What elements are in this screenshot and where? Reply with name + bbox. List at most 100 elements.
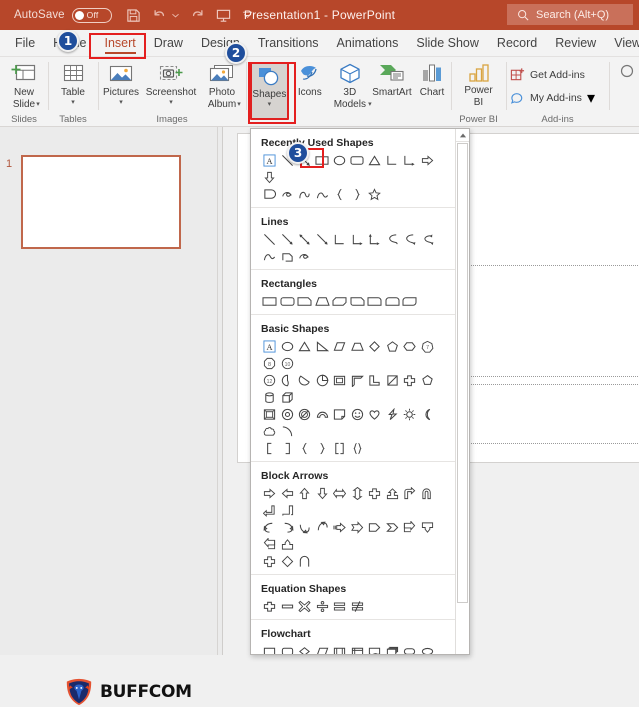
shape-round-diagonal-corner-rectangle[interactable] bbox=[401, 293, 419, 310]
shape-snip-same-side-corner-rectangle[interactable] bbox=[314, 293, 332, 310]
shape-left-arrow[interactable] bbox=[279, 485, 297, 502]
shape-elbow-arrow-connector[interactable] bbox=[349, 231, 367, 248]
pictures-button[interactable]: Pictures ▾ bbox=[98, 60, 144, 106]
shape-frame[interactable] bbox=[331, 372, 349, 389]
shape-left-arrow-callout[interactable] bbox=[261, 536, 279, 553]
shape-not-equal-sign[interactable] bbox=[349, 598, 367, 615]
my-add-ins-chevron-down-icon[interactable]: ▾ bbox=[587, 88, 595, 108]
shape-flowchart-process[interactable] bbox=[261, 643, 279, 654]
shape-double-brace[interactable] bbox=[349, 440, 367, 457]
shape-oval[interactable] bbox=[279, 338, 297, 355]
tab-slide-show[interactable]: Slide Show bbox=[407, 30, 488, 56]
shape-chord[interactable] bbox=[296, 372, 314, 389]
shape-half-frame[interactable] bbox=[349, 372, 367, 389]
shape-curved-up-arrow[interactable] bbox=[296, 519, 314, 536]
shape-left-up-arrow[interactable] bbox=[261, 502, 279, 519]
new-slide-chevron-down-icon[interactable]: ▾ bbox=[36, 101, 40, 108]
shape-regular-pentagon[interactable] bbox=[419, 372, 437, 389]
shape-circular-arrow[interactable] bbox=[296, 553, 314, 570]
shape-scribble[interactable] bbox=[296, 248, 314, 265]
shape-diamond[interactable] bbox=[366, 338, 384, 355]
shape-left-brace[interactable] bbox=[296, 440, 314, 457]
shape-minus-sign[interactable] bbox=[279, 598, 297, 615]
search-input[interactable]: Search (Alt+Q) bbox=[507, 4, 633, 25]
shape-round-single-corner-rectangle[interactable] bbox=[366, 293, 384, 310]
shape-multiply-sign[interactable] bbox=[296, 598, 314, 615]
shape-flowchart-delay[interactable] bbox=[261, 186, 279, 203]
scroll-up-arrow-icon[interactable] bbox=[456, 129, 469, 142]
tab-draw[interactable]: Draw bbox=[145, 30, 192, 56]
shape-curved-left-arrow[interactable] bbox=[261, 519, 279, 536]
my-add-ins-button[interactable]: My Add-ins ▾ bbox=[506, 85, 599, 111]
shape-curved-right-arrow[interactable] bbox=[279, 519, 297, 536]
redo-icon[interactable] bbox=[190, 8, 205, 22]
shape-elbow-connector[interactable] bbox=[331, 231, 349, 248]
scrollbar-thumb[interactable] bbox=[457, 143, 468, 603]
shape-freeform[interactable] bbox=[279, 248, 297, 265]
autosave-toggle[interactable]: Off bbox=[71, 7, 112, 23]
screenshot-chevron-down-icon[interactable]: ▾ bbox=[169, 99, 173, 106]
shape-can[interactable] bbox=[261, 389, 279, 406]
shapes-panel-scrollbar[interactable] bbox=[455, 129, 469, 654]
shape-flowchart-predefined-process[interactable] bbox=[331, 643, 349, 654]
shape-parallelogram[interactable] bbox=[331, 338, 349, 355]
start-presentation-icon[interactable] bbox=[216, 8, 231, 23]
shape-diamond-arrow[interactable] bbox=[279, 553, 297, 570]
icons-button[interactable]: Icons bbox=[291, 60, 329, 98]
shape-cloud[interactable] bbox=[261, 423, 279, 440]
shape-flowchart-document[interactable] bbox=[366, 643, 384, 654]
shape-lightning-bolt[interactable] bbox=[384, 406, 402, 423]
tab-view[interactable]: View bbox=[605, 30, 639, 56]
shape-rectangle[interactable] bbox=[261, 293, 279, 310]
shape-triangle[interactable] bbox=[366, 152, 384, 169]
tab-review[interactable]: Review bbox=[546, 30, 605, 56]
shape-striped-right-arrow[interactable] bbox=[331, 519, 349, 536]
shape-flowchart-preparation[interactable] bbox=[419, 643, 437, 654]
shape-line-double-arrow[interactable] bbox=[296, 231, 314, 248]
shape-no-symbol[interactable] bbox=[296, 406, 314, 423]
shape-flowchart-alternate-process[interactable] bbox=[279, 643, 297, 654]
smartart-button[interactable]: SmartArt bbox=[371, 60, 413, 98]
shape-double-bracket[interactable] bbox=[331, 440, 349, 457]
shape-right-bracket[interactable] bbox=[279, 440, 297, 457]
shape-cross[interactable] bbox=[401, 372, 419, 389]
shape-isosceles-triangle[interactable] bbox=[296, 338, 314, 355]
shape-diagonal-stripe[interactable] bbox=[384, 372, 402, 389]
shape-cube[interactable] bbox=[279, 389, 297, 406]
shape-star-5-point[interactable] bbox=[366, 186, 384, 203]
undo-icon[interactable] bbox=[152, 8, 167, 22]
shape-moon[interactable] bbox=[419, 406, 437, 423]
shape-notched-right-arrow[interactable] bbox=[349, 519, 367, 536]
shape-up-arrow-callout[interactable] bbox=[384, 485, 402, 502]
shape-textbox[interactable]: A bbox=[261, 152, 279, 169]
shape-snip-diagonal-corner-rectangle[interactable] bbox=[331, 293, 349, 310]
shape-right-arrow[interactable] bbox=[419, 152, 437, 169]
shape-elbow-arrow-connector[interactable] bbox=[401, 152, 419, 169]
shape-curve[interactable] bbox=[296, 186, 314, 203]
shape-smiley-face[interactable] bbox=[349, 406, 367, 423]
table-button[interactable]: Table ▾ bbox=[48, 60, 98, 106]
shape-down-arrow[interactable] bbox=[314, 485, 332, 502]
customize-qat-icon[interactable] bbox=[242, 11, 253, 19]
shape-rounded-rectangle[interactable] bbox=[279, 293, 297, 310]
shape-bent-up-arrow[interactable] bbox=[279, 502, 297, 519]
shape-sun[interactable] bbox=[401, 406, 419, 423]
autosave-control[interactable]: AutoSave Off bbox=[14, 7, 112, 23]
shape-right-arrow-callout[interactable] bbox=[401, 519, 419, 536]
shape-pie[interactable] bbox=[279, 372, 297, 389]
shape-curved-arrow-connector[interactable] bbox=[401, 231, 419, 248]
shape-flowchart-decision[interactable] bbox=[296, 643, 314, 654]
shape-down-arrow-callout[interactable] bbox=[419, 519, 437, 536]
shape-bevel[interactable] bbox=[261, 406, 279, 423]
shape-arc-basic[interactable] bbox=[279, 423, 297, 440]
get-add-ins-button[interactable]: Get Add-ins bbox=[506, 64, 589, 85]
shape-teardrop[interactable] bbox=[314, 372, 332, 389]
photo-album-chevron-down-icon[interactable]: ▾ bbox=[237, 101, 241, 108]
photo-album-button[interactable]: Photo Album ▾ bbox=[198, 60, 246, 110]
shape-bent-arrow[interactable] bbox=[401, 485, 419, 502]
zoom-button[interactable] bbox=[609, 60, 639, 83]
shape-heptagon[interactable]: 7 bbox=[419, 338, 437, 355]
shape-connector-arrow[interactable] bbox=[314, 231, 332, 248]
new-slide-button[interactable]: New Slide ▾ bbox=[0, 60, 48, 110]
shape-right-arrow[interactable] bbox=[261, 485, 279, 502]
